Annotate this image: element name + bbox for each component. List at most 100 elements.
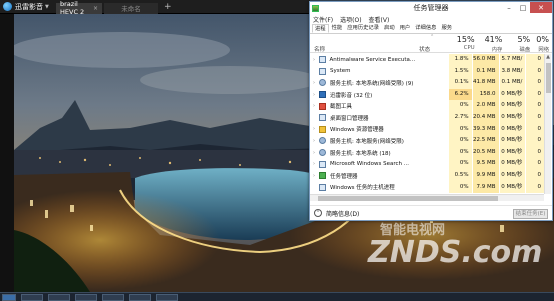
process-row[interactable]: ›截图工具 0%2.0 MB0 MB/秒0 Mbps <box>310 100 544 120</box>
process-cpu: 0% <box>447 146 472 159</box>
column-network[interactable]: 0% 网络 <box>533 34 552 53</box>
process-memory: 56.0 MB <box>471 54 499 66</box>
menu-view[interactable]: 查看(V) <box>369 15 390 24</box>
znds-watermark: 智能电视网 ZNDS.com <box>367 222 542 270</box>
process-disk: 0 MB/秒 <box>498 135 526 147</box>
watermark-en: ZNDS.com <box>367 235 542 270</box>
close-icon[interactable]: × <box>93 5 98 12</box>
process-row[interactable]: Windows 任务的主机进程 0%7.9 MB0 MB/秒0 Mbps <box>310 181 544 194</box>
process-name: Windows 任务的主机进程 <box>330 185 395 192</box>
process-row[interactable]: ›服务主机: 本地系统(网络受限) (9) 0.1%41.8 MB0.1 MB/秒… <box>310 77 544 97</box>
process-icon <box>319 79 326 87</box>
column-status[interactable]: 状态 <box>419 34 453 53</box>
column-name[interactable]: 名称 <box>310 34 419 53</box>
tab-strip: 进程 性能 应用历史记录 启动 用户 详细信息 服务 <box>310 24 552 34</box>
process-disk: 0 MB/秒 <box>498 100 526 112</box>
less-details-link[interactable]: 简略信息(D) <box>326 209 359 218</box>
process-row[interactable]: 桌面窗口管理器 2.7%20.4 MB0 MB/秒0 Mbps <box>310 111 544 132</box>
process-cpu: 0.1% <box>447 77 472 89</box>
hscroll-thumb[interactable] <box>318 196 498 201</box>
process-row[interactable]: System 1.5%0.1 MB3.8 MB/秒0 Mbps <box>310 65 544 85</box>
process-disk: 3.8 MB/秒 <box>498 65 526 85</box>
taskbar-item[interactable] <box>21 293 43 301</box>
process-name-cell: System <box>310 67 415 75</box>
menu-options[interactable]: 选项(O) <box>340 15 361 24</box>
process-disk: 0 MB/秒 <box>498 88 526 101</box>
process-name: 服务主机: 本地服务(网络受限) <box>330 138 404 145</box>
process-name: System <box>330 68 351 75</box>
close-button[interactable]: ✕ <box>530 2 552 13</box>
sort-chevron-icon: ⌃ <box>430 34 435 40</box>
column-memory[interactable]: 41% 内存 <box>478 34 506 53</box>
taskbar-item[interactable] <box>156 293 178 301</box>
process-network: 0 Mbps <box>525 146 544 166</box>
process-name: Microsoft Windows Search ... <box>330 161 409 168</box>
process-row[interactable]: › Microsoft Windows Search ... 0% 9.5 MB 0 M… <box>310 158 544 178</box>
process-icon <box>319 102 326 110</box>
taskbar-item[interactable] <box>102 293 124 301</box>
taskbar-item[interactable] <box>48 293 70 301</box>
process-memory: 0.1 MB <box>471 65 499 78</box>
menu-file[interactable]: 文件(F) <box>313 15 333 24</box>
process-network: 0 Mbps <box>525 77 544 97</box>
chevron-up-icon[interactable]: ⌃ <box>314 209 322 217</box>
process-row[interactable]: ›服务主机: 本地系统 (18) 0%20.5 MB0 MB/秒0 Mbps <box>310 146 544 166</box>
tab-services[interactable]: 服务 <box>439 24 454 33</box>
taskbar-item[interactable] <box>129 293 151 301</box>
process-name-cell: › 服务主机: 本地系统(网络受限) (9) <box>310 79 415 87</box>
process-icon <box>319 183 326 191</box>
process-disk: 5.7 MB/秒 <box>498 54 526 74</box>
process-network: 0 Mbps <box>525 123 544 143</box>
process-memory: 39.3 MB <box>471 123 499 136</box>
tab-processes[interactable]: 进程 <box>312 24 329 33</box>
process-row[interactable]: › Antimalware Service Executa... 1.8% 56.0 … <box>310 54 544 74</box>
add-tab-button[interactable]: + <box>164 2 172 12</box>
process-row[interactable]: ›迅雷影音 (32 位) 6.2%158.0 MB0 MB/秒0 Mbps <box>310 88 544 108</box>
process-row[interactable]: ›任务管理器 0.5%9.9 MB0 MB/秒0 Mbps <box>310 169 544 190</box>
tab-details[interactable]: 详细信息 <box>413 24 438 33</box>
process-name-cell: › Antimalware Service Executa... <box>310 56 415 64</box>
player-tab-active[interactable]: brazil HEVC 2 × <box>56 0 102 16</box>
horizontal-scrollbar[interactable] <box>310 194 544 201</box>
player-menu-button[interactable]: 迅雷影音 ▼ <box>0 0 56 14</box>
minimize-button[interactable]: – <box>502 2 516 13</box>
process-icon <box>318 56 326 64</box>
process-network: 0 Mbps <box>525 54 544 74</box>
process-disk: 0 MB/秒 <box>498 169 526 182</box>
process-name-cell: › Windows 资源管理器 <box>310 125 415 133</box>
taskbar-item[interactable] <box>75 293 97 301</box>
process-memory: 9.9 MB <box>471 169 499 182</box>
task-manager-title-bar[interactable]: 任务管理器 – □ ✕ <box>310 2 552 14</box>
process-cpu: 0% <box>447 123 472 136</box>
process-name-cell: › 截图工具 <box>310 102 415 110</box>
column-cpu[interactable]: 15% CPU <box>453 34 478 52</box>
column-disk[interactable]: 5% 磁盘 <box>505 34 533 53</box>
player-tab-inactive[interactable]: 未命名 <box>104 2 158 14</box>
process-icon <box>319 160 326 168</box>
process-network: 0 Mbps <box>525 100 544 120</box>
process-name: 服务主机: 本地系统(网络受限) (9) <box>330 80 414 87</box>
vertical-scrollbar[interactable]: ▲ <box>544 54 551 194</box>
process-network: 0 Mbps <box>525 158 544 178</box>
process-name-cell: › 迅雷影音 (32 位) <box>310 91 415 99</box>
scroll-up-icon[interactable]: ▲ <box>545 54 551 61</box>
process-cpu: 0% <box>447 181 472 194</box>
scroll-thumb[interactable] <box>546 63 551 93</box>
process-name-cell: 桌面窗口管理器 <box>310 114 415 122</box>
process-name: 截图工具 <box>330 104 353 111</box>
start-button[interactable] <box>2 293 16 301</box>
tab-users[interactable]: 用户 <box>398 24 413 33</box>
tab-startup[interactable]: 启动 <box>382 24 397 33</box>
player-app-name: 迅雷影音 <box>15 2 43 11</box>
maximize-button[interactable]: □ <box>516 2 530 13</box>
task-manager-window: 任务管理器 – □ ✕ 文件(F) 选项(O) 查看(V) 进程 性能 应用历史… <box>309 1 553 221</box>
process-cpu: 6.2% <box>447 88 472 101</box>
process-network: 0 Mbps <box>525 88 544 108</box>
tab-performance[interactable]: 性能 <box>330 24 345 33</box>
end-task-button[interactable]: 结束任务(E) <box>513 209 548 219</box>
process-row[interactable]: ›Windows 资源管理器 0%39.3 MB0 MB/秒0 Mbps <box>310 123 544 143</box>
player-tab-label: brazil HEVC 2 <box>60 0 85 16</box>
menu-bar: 文件(F) 选项(O) 查看(V) <box>310 14 552 24</box>
process-row[interactable]: ›服务主机: 本地服务(网络受限) 0%22.5 MB0 MB/秒0 Mbps <box>310 135 544 155</box>
tab-app-history[interactable]: 应用历史记录 <box>345 24 381 33</box>
